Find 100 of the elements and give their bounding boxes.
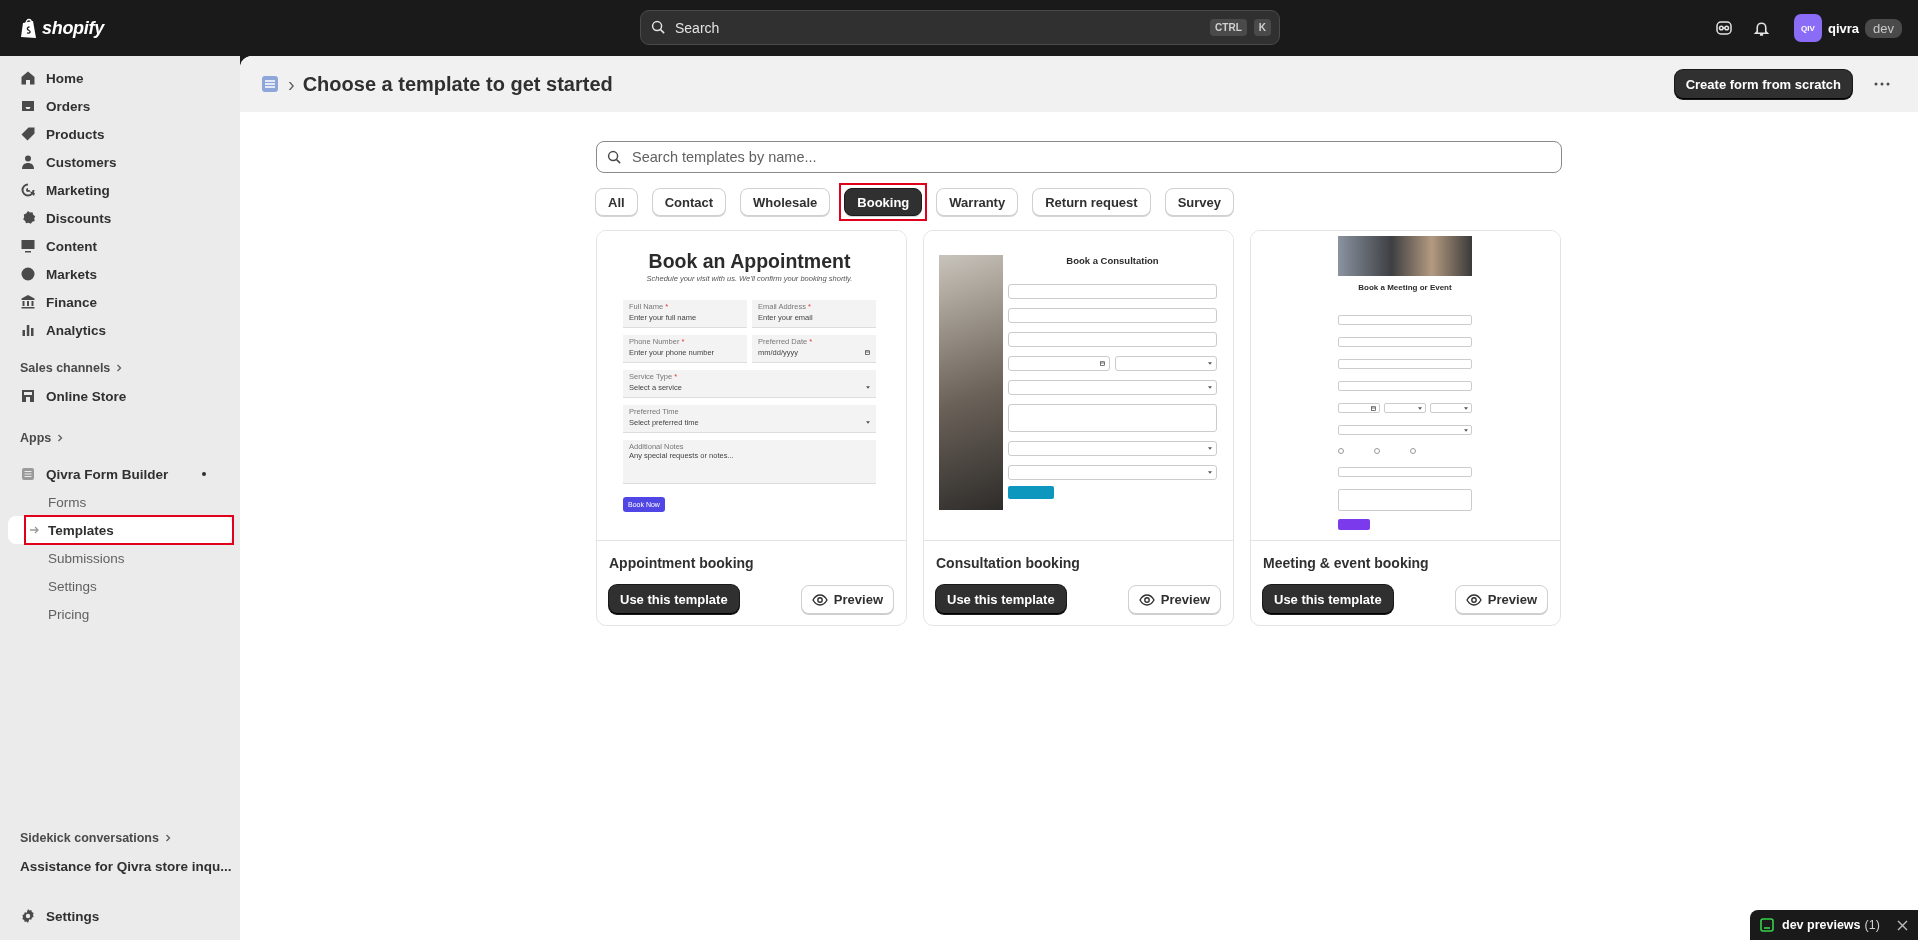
nav-item[interactable]: Customers	[8, 148, 232, 176]
conversation-link[interactable]: Assistance for Qivra store inqu...	[0, 852, 240, 880]
nav-label: Online Store	[46, 388, 127, 404]
input-field[interactable]	[1008, 404, 1217, 432]
close-icon[interactable]	[1897, 919, 1908, 931]
nav-item[interactable]: Marketing	[8, 176, 232, 204]
submit-button[interactable]	[1338, 519, 1370, 530]
brand-logo[interactable]: shopify	[42, 17, 104, 39]
nav-item[interactable]: Analytics	[8, 316, 232, 344]
input-field[interactable]	[1008, 441, 1217, 456]
nav-item[interactable]: Content	[8, 232, 232, 260]
create-form-button[interactable]: Create form from scratch	[1674, 69, 1852, 99]
search-bar[interactable]: Search CTRL K	[640, 10, 1280, 45]
input-field[interactable]	[1008, 284, 1217, 299]
submit-button[interactable]	[1008, 486, 1054, 499]
more-options-icon[interactable]	[1874, 82, 1890, 86]
caret-icon	[1208, 447, 1212, 450]
input-field[interactable]	[1008, 356, 1110, 371]
nav-item[interactable]: Markets	[8, 260, 232, 288]
input-field[interactable]	[1115, 356, 1217, 371]
input-field[interactable]	[1338, 337, 1472, 347]
use-template-button[interactable]: Use this template	[1263, 585, 1393, 614]
app-icon	[20, 466, 36, 482]
store-name[interactable]: qivra	[1827, 20, 1860, 36]
app-item[interactable]: Qivra Form Builder	[8, 460, 232, 488]
nav-subitem[interactable]: Pricing	[26, 601, 232, 627]
nav-label: Home	[46, 70, 84, 86]
radio-button[interactable]	[1410, 448, 1416, 454]
caret-icon	[1208, 386, 1212, 389]
search-icon	[607, 149, 622, 165]
nav-label: Products	[46, 126, 105, 142]
filter-tab[interactable]: Return request	[1032, 188, 1151, 216]
nav-label: Markets	[46, 266, 98, 282]
page-title: Choose a template to get started	[302, 72, 613, 96]
input-field[interactable]	[1338, 381, 1472, 391]
nav-label: Content	[46, 238, 97, 254]
filter-tab[interactable]: Warranty	[936, 188, 1019, 216]
input-field[interactable]	[1008, 465, 1217, 480]
gear-icon	[20, 908, 36, 924]
radio-button[interactable]	[1338, 448, 1344, 454]
caret-icon	[1208, 471, 1212, 474]
section-heading[interactable]: Sidekick conversations	[20, 831, 159, 845]
input-field[interactable]	[1338, 489, 1472, 511]
use-template-button[interactable]: Use this template	[936, 585, 1066, 614]
template-search-bar[interactable]: Search templates by name...	[596, 141, 1562, 173]
input-field[interactable]	[1338, 315, 1472, 325]
nav-item[interactable]: Orders	[8, 92, 232, 120]
caret-icon	[1208, 362, 1212, 365]
nav-label: Customers	[46, 154, 117, 170]
store-avatar[interactable]: QIV	[1793, 14, 1822, 42]
nav-subitem[interactable]: Forms	[26, 489, 232, 515]
preview-button[interactable]: Preview	[800, 585, 894, 614]
input-field[interactable]	[1338, 359, 1472, 369]
nav-subitem[interactable]: Settings	[26, 573, 232, 599]
section-heading[interactable]: Apps	[20, 431, 52, 445]
keyboard-key: CTRL	[1210, 19, 1247, 36]
nav-item[interactable]: Settings	[8, 902, 232, 930]
input-field[interactable]	[1008, 380, 1217, 395]
store-badge: dev	[1865, 18, 1902, 38]
preview-button[interactable]: Preview	[1127, 585, 1221, 614]
dev-previews-count: (1)	[1864, 918, 1880, 932]
panel-icon	[1760, 918, 1774, 932]
inbox-icon	[20, 98, 36, 114]
calendar-icon	[1100, 361, 1105, 366]
filter-tab[interactable]: Booking	[844, 188, 923, 216]
template-name: Consultation booking	[936, 555, 1081, 571]
use-template-button[interactable]: Use this template	[609, 585, 739, 614]
form-title: Book a Meeting or Event	[1357, 283, 1453, 293]
eye-icon	[811, 593, 828, 606]
input-field[interactable]	[1338, 425, 1472, 435]
caret-icon	[866, 420, 870, 424]
input-field[interactable]	[1008, 308, 1217, 323]
nav-item[interactable]: Finance	[8, 288, 232, 316]
input-field[interactable]	[1338, 467, 1472, 477]
storefront-icon	[20, 388, 36, 404]
form-title: Book an Appointment	[647, 249, 852, 273]
input-field[interactable]	[1430, 403, 1472, 413]
nav-item[interactable]: Products	[8, 120, 232, 148]
filter-tab[interactable]: Survey	[1164, 188, 1235, 216]
calendar-icon	[1371, 405, 1376, 411]
nav-item[interactable]: Home	[8, 64, 232, 92]
input-field[interactable]	[1384, 403, 1426, 413]
input-field[interactable]	[1008, 332, 1217, 347]
filter-tab[interactable]: All	[595, 188, 638, 216]
preview-button[interactable]: Preview	[1454, 585, 1548, 614]
nav-label: Qivra Form Builder	[46, 466, 169, 482]
filter-tab[interactable]: Wholesale	[740, 188, 831, 216]
filter-tab[interactable]: Contact	[651, 188, 726, 216]
input-field[interactable]	[1338, 403, 1380, 413]
section-heading[interactable]: Sales channels	[20, 361, 111, 375]
bar-chart-icon	[20, 322, 36, 338]
dev-previews-bar[interactable]: dev previews (1)	[1750, 910, 1918, 940]
nav-item[interactable]: Discounts	[8, 204, 232, 232]
nav-item[interactable]: Online Store	[8, 382, 232, 410]
breadcrumb-separator: ›	[288, 72, 295, 96]
radio-button[interactable]	[1374, 448, 1380, 454]
dev-previews-label: dev previews	[1782, 918, 1861, 932]
nav-subitem[interactable]: Submissions	[26, 545, 232, 571]
arrow-icon	[29, 525, 40, 535]
search-field[interactable]: Search	[673, 18, 1204, 37]
